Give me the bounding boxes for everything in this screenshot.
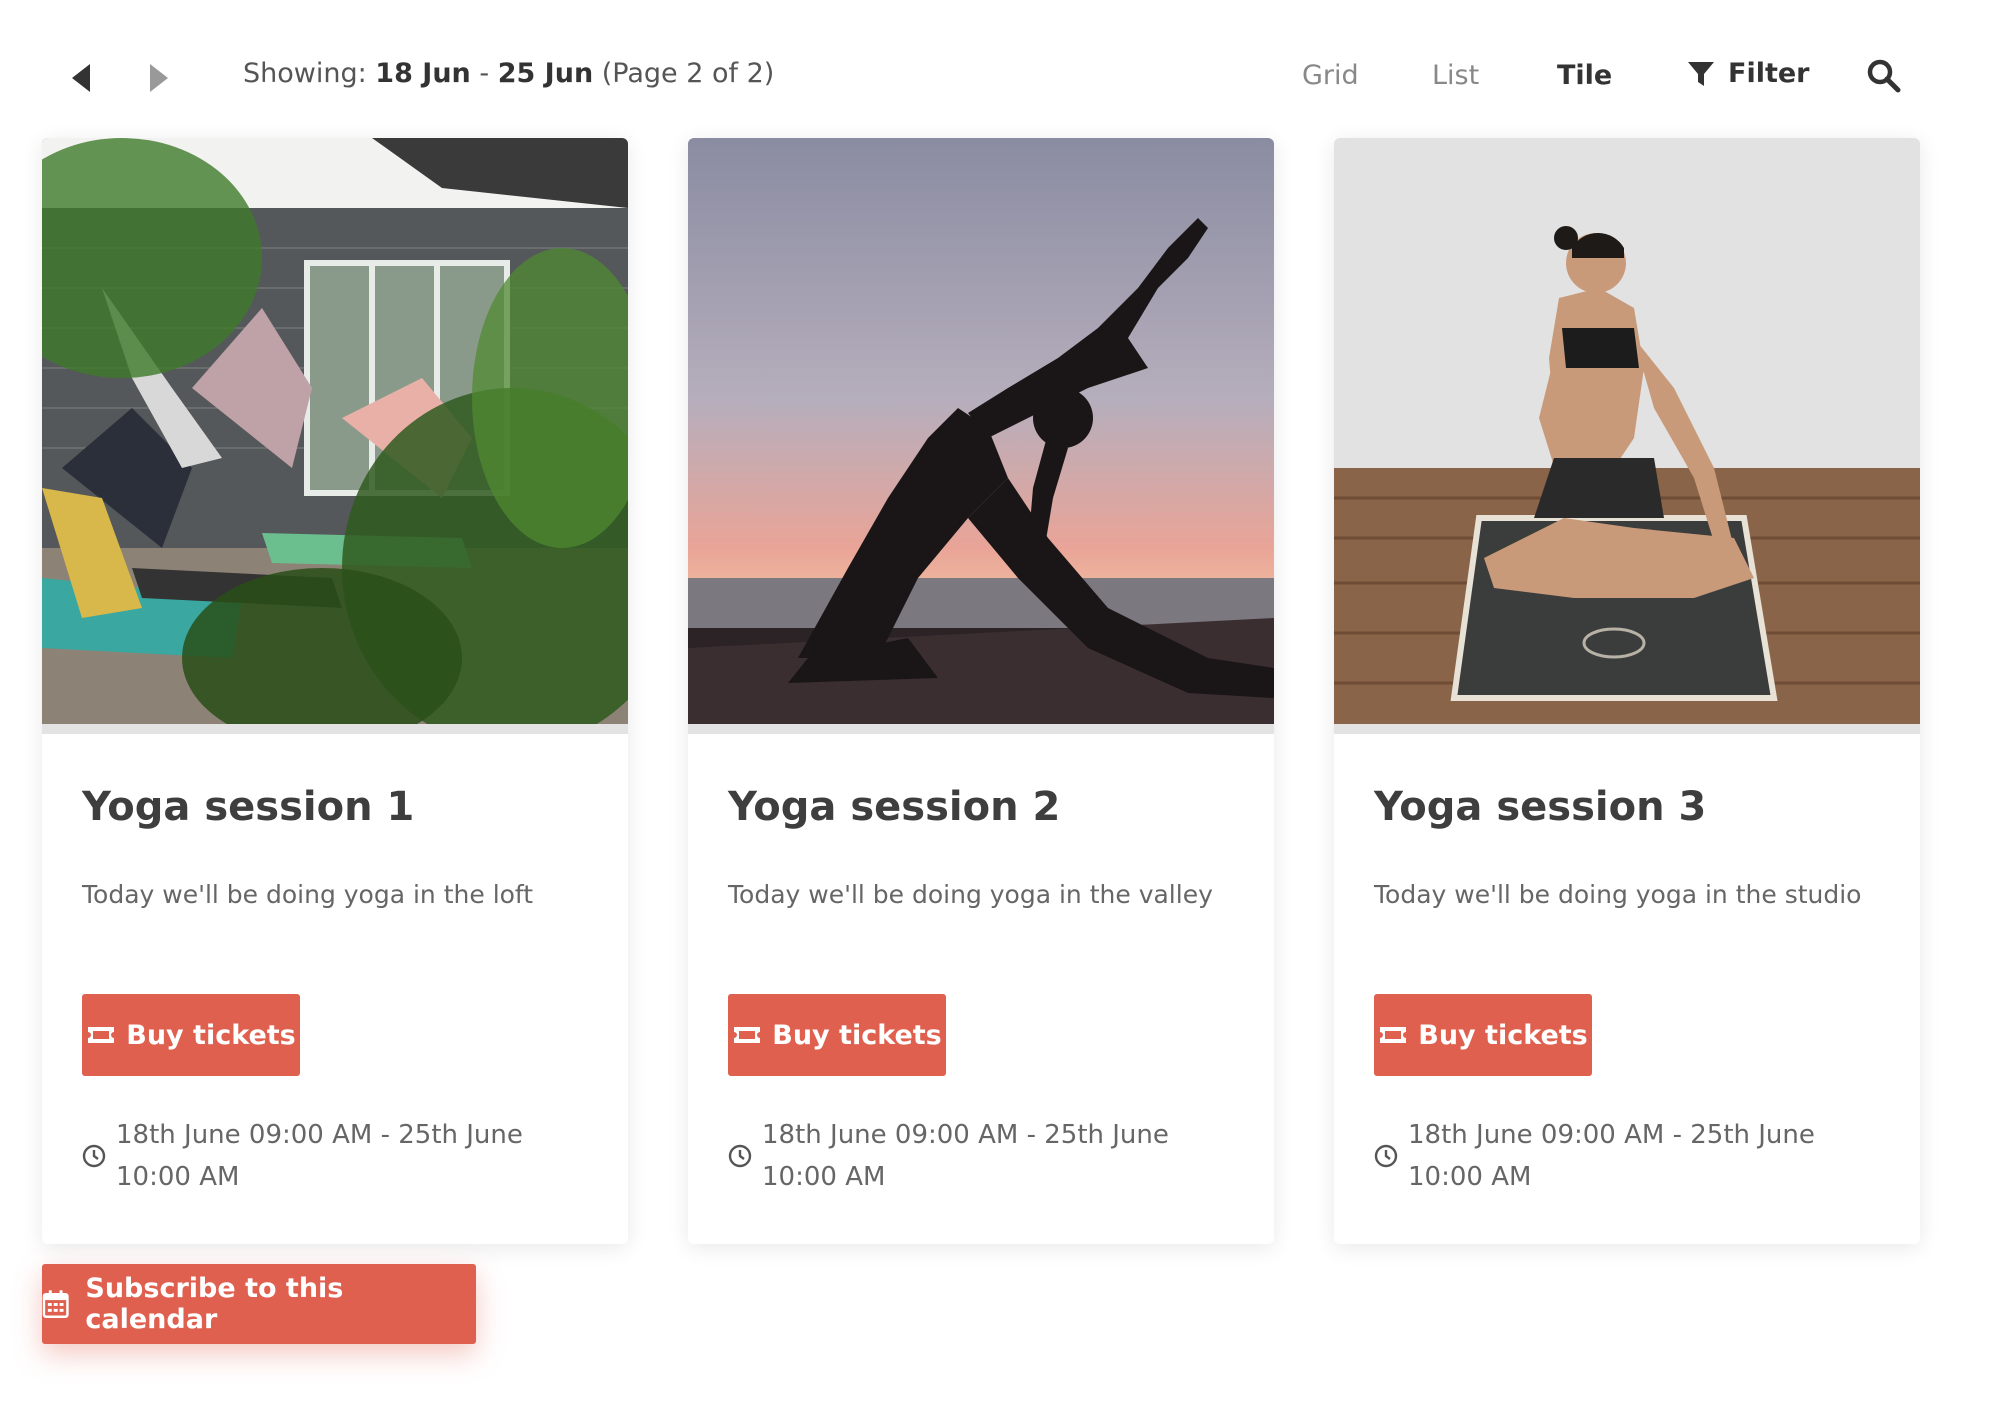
toolbar: Showing: 18 Jun - 25 Jun (Page 2 of 2) G… bbox=[0, 0, 1990, 140]
calendar-icon bbox=[42, 1290, 69, 1318]
event-time-line-1: 18th June 09:00 AM - 25th June bbox=[762, 1120, 1169, 1150]
event-title[interactable]: Yoga session 2 bbox=[728, 784, 1060, 830]
event-time: 18th June 09:00 AM - 25th June 10:00 AM bbox=[82, 1114, 602, 1198]
event-description: Today we'll be doing yoga in the valley bbox=[728, 880, 1213, 909]
event-time-text: 18th June 09:00 AM - 25th June 10:00 AM bbox=[116, 1114, 586, 1198]
filter-button[interactable]: Filter bbox=[1686, 58, 1810, 89]
page-info: (Page 2 of 2) bbox=[601, 58, 775, 89]
caret-left-icon[interactable] bbox=[66, 58, 98, 98]
event-description: Today we'll be doing yoga in the loft bbox=[82, 880, 534, 909]
buy-tickets-button[interactable]: Buy tickets bbox=[82, 994, 300, 1076]
event-time-text: 18th June 09:00 AM - 25th June 10:00 AM bbox=[762, 1114, 1232, 1198]
buy-tickets-label: Buy tickets bbox=[772, 1019, 942, 1051]
view-list-tab[interactable]: List bbox=[1432, 60, 1479, 91]
event-card[interactable]: Yoga session 1 Today we'll be doing yoga… bbox=[42, 138, 628, 1244]
range-start: 18 Jun bbox=[375, 58, 471, 89]
image-divider bbox=[42, 724, 628, 734]
filter-label: Filter bbox=[1728, 58, 1810, 89]
caret-right-icon[interactable] bbox=[142, 58, 174, 98]
event-time: 18th June 09:00 AM - 25th June 10:00 AM bbox=[1374, 1114, 1894, 1198]
funnel-icon bbox=[1688, 61, 1714, 86]
range-end: 25 Jun bbox=[497, 58, 594, 89]
buy-tickets-button[interactable]: Buy tickets bbox=[728, 994, 946, 1076]
ticket-icon bbox=[88, 1027, 115, 1043]
range-separator: - bbox=[479, 58, 490, 89]
ticket-icon bbox=[1380, 1027, 1407, 1043]
event-time: 18th June 09:00 AM - 25th June 10:00 AM bbox=[728, 1114, 1248, 1198]
event-image-loft[interactable] bbox=[42, 138, 628, 724]
event-time-line-1: 18th June 09:00 AM - 25th June bbox=[116, 1120, 523, 1150]
search-icon[interactable] bbox=[1866, 58, 1902, 94]
ticket-icon bbox=[734, 1027, 761, 1043]
event-tiles: Yoga session 1 Today we'll be doing yoga… bbox=[42, 138, 1922, 1244]
event-card[interactable]: Yoga session 2 Today we'll be doing yoga… bbox=[688, 138, 1274, 1244]
view-tile-tab[interactable]: Tile bbox=[1557, 60, 1612, 91]
clock-icon bbox=[728, 1144, 752, 1168]
event-image-valley[interactable] bbox=[688, 138, 1274, 724]
event-time-line-1: 18th June 09:00 AM - 25th June bbox=[1408, 1120, 1815, 1150]
event-image-studio[interactable] bbox=[1334, 138, 1920, 724]
event-time-text: 18th June 09:00 AM - 25th June 10:00 AM bbox=[1408, 1114, 1878, 1198]
event-title[interactable]: Yoga session 1 bbox=[82, 784, 414, 830]
subscribe-label: Subscribe to this calendar bbox=[85, 1273, 344, 1335]
buy-tickets-label: Buy tickets bbox=[126, 1019, 296, 1051]
event-card[interactable]: Yoga session 3 Today we'll be doing yoga… bbox=[1334, 138, 1920, 1244]
subscribe-calendar-button[interactable]: Subscribe to this calendar bbox=[42, 1264, 476, 1344]
view-grid-tab[interactable]: Grid bbox=[1302, 60, 1359, 91]
buy-tickets-button[interactable]: Buy tickets bbox=[1374, 994, 1592, 1076]
buy-tickets-label: Buy tickets bbox=[1418, 1019, 1588, 1051]
image-divider bbox=[688, 724, 1274, 734]
clock-icon bbox=[1374, 1144, 1398, 1168]
event-title[interactable]: Yoga session 3 bbox=[1374, 784, 1706, 830]
event-time-line-2: 10:00 AM bbox=[1408, 1162, 1532, 1192]
event-time-line-2: 10:00 AM bbox=[116, 1162, 240, 1192]
date-range-info: Showing: 18 Jun - 25 Jun (Page 2 of 2) bbox=[243, 58, 774, 89]
image-divider bbox=[1334, 724, 1920, 734]
event-description: Today we'll be doing yoga in the studio bbox=[1374, 880, 1862, 909]
event-time-line-2: 10:00 AM bbox=[762, 1162, 886, 1192]
clock-icon bbox=[82, 1144, 106, 1168]
showing-label: Showing: bbox=[243, 58, 367, 89]
